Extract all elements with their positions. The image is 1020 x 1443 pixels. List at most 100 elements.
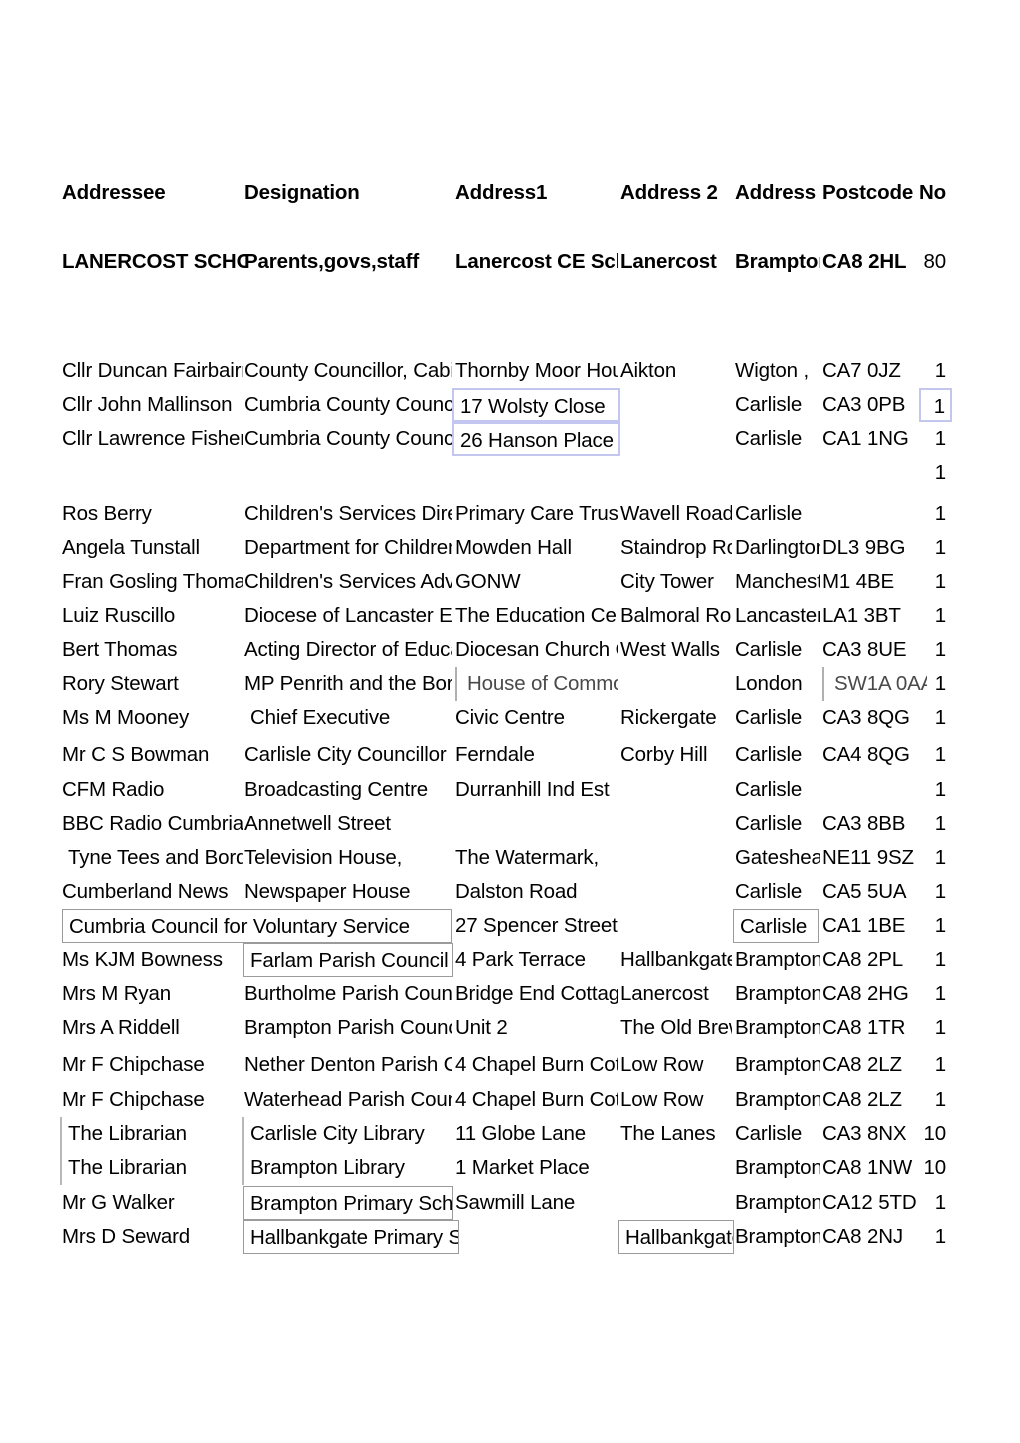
cell-address2[interactable]: Corby Hill <box>620 738 732 772</box>
cell-address1[interactable]: GONW <box>455 565 618 599</box>
cell-no[interactable]: 1 <box>900 1083 946 1117</box>
cell-address3[interactable]: Brampton <box>735 245 820 279</box>
cell-no[interactable]: 1 <box>900 701 946 735</box>
cell-addressee[interactable]: Mrs M Ryan <box>62 977 243 1011</box>
cell-address2[interactable]: Aikton <box>620 354 732 388</box>
cell-address2[interactable] <box>620 388 732 422</box>
table-row[interactable]: CFM Radio Broadcasting Centre Durranhill… <box>0 773 1020 807</box>
cell-addressee[interactable]: Mr G Walker <box>62 1186 243 1220</box>
cell-address1[interactable]: House of Commons <box>455 667 618 702</box>
cell-designation[interactable]: Diocese of Lancaster Education <box>244 599 452 633</box>
cell-addressee[interactable]: Mrs A Riddell <box>62 1011 243 1045</box>
table-row[interactable]: Mrs D Seward Hallbankgate Primary School… <box>0 1220 1020 1255</box>
cell-no[interactable]: 1 <box>900 1048 946 1082</box>
cell-addressee[interactable]: Tyne Tees and Border Te <box>62 841 243 875</box>
cell-address2[interactable] <box>620 422 732 456</box>
column-header-addressee[interactable]: Addressee <box>62 176 243 210</box>
cell-address1[interactable] <box>455 1220 618 1254</box>
cell-postcode[interactable]: CA3 0PB <box>822 388 927 422</box>
cell-no[interactable]: 1 <box>900 1186 946 1220</box>
cell-address1-selected[interactable]: 26 Hanson Place <box>452 422 620 457</box>
cell-no[interactable]: 1 <box>900 773 946 807</box>
cell-address1[interactable] <box>455 807 618 841</box>
cell-address1[interactable]: 1 Market Place <box>455 1151 618 1185</box>
cell-addressee[interactable]: The Librarian <box>60 1117 241 1152</box>
cell-address3[interactable]: Wigton , <box>735 354 820 388</box>
cell-address3[interactable] <box>735 456 820 490</box>
table-row[interactable]: Mr F Chipchase Waterhead Parish Council … <box>0 1083 1020 1117</box>
cell-no[interactable]: 1 <box>900 875 946 909</box>
cell-address3[interactable]: Carlisle <box>735 773 820 807</box>
cell-no[interactable]: 1 <box>900 422 946 456</box>
table-row[interactable]: The Librarian Brampton Library 1 Market … <box>0 1151 1020 1186</box>
cell-address3[interactable]: Brampton <box>735 977 820 1011</box>
cell-addressee[interactable]: Cllr Duncan Fairbairn <box>62 354 243 388</box>
table-row[interactable]: Ms M Mooney Chief Executive Civic Centre… <box>0 701 1020 735</box>
cell-designation[interactable]: MP Penrith and the Borders <box>244 667 452 701</box>
table-row[interactable]: Bert Thomas Acting Director of Education… <box>0 633 1020 667</box>
cell-address1[interactable]: Civic Centre <box>455 701 618 735</box>
cell-address3[interactable]: Brampton <box>735 1151 820 1185</box>
cell-address2[interactable]: West Walls <box>620 633 732 667</box>
cell-addressee[interactable]: Ms M Mooney <box>62 701 243 735</box>
table-row[interactable]: Cumbria Council for Voluntary Service 27… <box>0 909 1020 944</box>
cell-designation[interactable]: Newspaper House <box>244 875 452 909</box>
cell-address1[interactable]: Diocesan Church Centre <box>455 633 618 667</box>
cell-address3[interactable]: Brampton <box>735 1083 820 1117</box>
cell-address3[interactable]: Gateshead, <box>735 841 820 875</box>
cell-designation[interactable]: Chief Executive <box>244 701 452 735</box>
cell-designation[interactable]: Children's Services Director & C <box>244 497 452 531</box>
cell-address3[interactable]: Brampton <box>735 1048 820 1082</box>
cell-addressee[interactable]: Mr F Chipchase <box>62 1048 243 1082</box>
cell-address2[interactable]: Rickergate <box>620 701 732 735</box>
cell-designation[interactable]: Cumbria County Council -Local <box>244 388 452 422</box>
cell-address3[interactable]: Brampton <box>735 1186 820 1220</box>
table-row[interactable]: BBC Radio Cumbria Annetwell Street Carli… <box>0 807 1020 841</box>
cell-address2[interactable] <box>620 807 732 841</box>
cell-address3[interactable]: London <box>735 667 820 701</box>
cell-no[interactable]: 1 <box>900 841 946 875</box>
cell-addressee-outlined[interactable]: Cumbria Council for Voluntary Service <box>62 909 452 944</box>
table-row[interactable]: Cumberland News Newspaper House Dalston … <box>0 875 1020 909</box>
cell-address3[interactable]: Brampton <box>735 1011 820 1045</box>
cell-address3[interactable]: Carlisle <box>735 738 820 772</box>
table-row[interactable]: Mr G Walker Brampton Primary School Sawm… <box>0 1186 1020 1221</box>
cell-address1[interactable]: Lanercost CE School <box>455 245 618 279</box>
cell-address3[interactable]: Carlisle <box>735 388 820 422</box>
cell-address1[interactable]: Mowden Hall <box>455 531 618 565</box>
cell-address2[interactable]: Low Row <box>620 1083 732 1117</box>
cell-address1[interactable] <box>455 456 618 490</box>
cell-address2[interactable] <box>620 875 732 909</box>
cell-no[interactable]: 1 <box>900 633 946 667</box>
cell-no[interactable]: 1 <box>900 807 946 841</box>
table-row[interactable]: Fran Gosling Thomas Children's Services … <box>0 565 1020 599</box>
table-row[interactable]: Ros Berry Children's Services Director &… <box>0 497 1020 531</box>
table-row[interactable]: Cllr Duncan Fairbairn County Councillor,… <box>0 354 1020 388</box>
cell-designation[interactable] <box>244 456 452 490</box>
cell-address3[interactable]: Carlisle <box>735 807 820 841</box>
cell-addressee[interactable]: Fran Gosling Thomas <box>62 565 243 599</box>
cell-addressee[interactable] <box>62 456 243 490</box>
cell-no[interactable]: 10 <box>900 1151 946 1185</box>
spreadsheet-grid[interactable]: Addressee Designation Address1 Address 2… <box>0 0 1020 1443</box>
cell-address2[interactable] <box>620 1186 732 1220</box>
cell-no[interactable]: 1 <box>900 977 946 1011</box>
cell-no[interactable]: 80 <box>900 245 946 279</box>
column-header-address2[interactable]: Address 2 <box>620 176 732 210</box>
cell-address3[interactable]: Carlisle <box>735 1117 820 1151</box>
cell-address1[interactable]: The Watermark, <box>455 841 618 875</box>
table-row-summary[interactable]: LANERCOST SCHOOL Parents,govs,staff Lane… <box>0 245 1020 279</box>
cell-address3[interactable]: Lancaster <box>735 599 820 633</box>
cell-no[interactable]: 1 <box>900 1220 946 1254</box>
cell-designation[interactable]: Cumbria County Council - Local <box>244 422 452 456</box>
cell-address2[interactable]: Low Row <box>620 1048 732 1082</box>
table-row[interactable]: Cllr John Mallinson Cumbria County Counc… <box>0 388 1020 423</box>
cell-addressee[interactable]: BBC Radio Cumbria <box>62 807 243 841</box>
cell-address2[interactable]: City Tower <box>620 565 732 599</box>
cell-designation[interactable]: Carlisle City Library <box>242 1117 450 1152</box>
cell-address2[interactable]: Lanercost <box>620 977 732 1011</box>
cell-no[interactable]: 1 <box>900 1011 946 1045</box>
cell-address1[interactable]: Dalston Road <box>455 875 618 909</box>
cell-address1[interactable]: Durranhill Ind Est <box>455 773 618 807</box>
cell-address2[interactable] <box>620 841 732 875</box>
